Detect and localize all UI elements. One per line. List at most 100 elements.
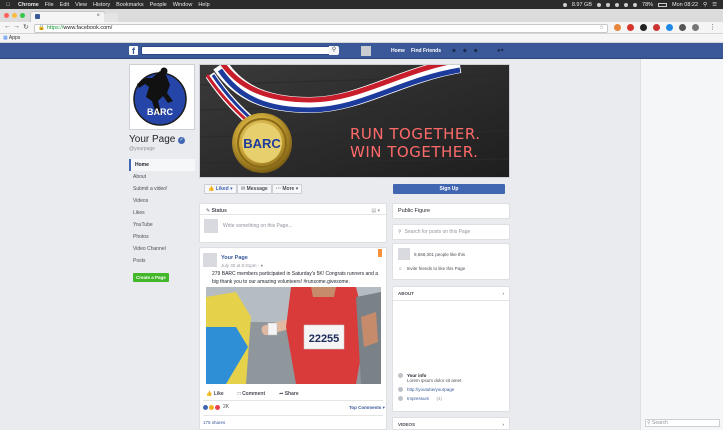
menu-window[interactable]: Window — [173, 2, 193, 8]
menu-file[interactable]: File — [45, 2, 54, 8]
share-button[interactable]: ➦ Share — [279, 391, 299, 397]
comment-button[interactable]: □ Comment — [238, 391, 265, 397]
page-post-search-input[interactable]: ⚲ Search for posts on this Page — [393, 225, 509, 239]
status-header[interactable]: ✎ Status ▤ ▾ — [200, 204, 386, 215]
facebook-search-input[interactable] — [141, 46, 339, 55]
browser-tab[interactable]: × — [30, 11, 105, 22]
extension-dark-icon[interactable] — [640, 24, 647, 31]
message-button[interactable]: ✉ Message — [237, 184, 272, 194]
search-icon[interactable]: ⚲ — [703, 2, 707, 8]
extension-red-icon[interactable] — [653, 24, 660, 31]
left-nav-submit-video[interactable]: Submit a video! — [129, 183, 195, 195]
new-tab-button[interactable] — [104, 13, 118, 22]
menu-view[interactable]: View — [75, 2, 87, 8]
search-icon: ⚲ — [647, 420, 651, 426]
friend-requests-icon[interactable]: ⚫ — [451, 47, 457, 55]
composer-options-icon[interactable]: ▤ ▾ — [371, 208, 380, 214]
status-input[interactable]: Write something on this Page... — [200, 215, 386, 237]
settings-icon[interactable] — [606, 2, 611, 7]
create-page-button[interactable]: Create a Page — [133, 273, 169, 282]
zoom-window-icon[interactable] — [20, 13, 25, 18]
impressum-text: Impressum — [407, 396, 430, 401]
address-bar[interactable]: 🔒 https://www.facebook.com/ ☆ — [34, 23, 608, 33]
clock[interactable]: Mon 08:22 — [672, 2, 698, 8]
status-composer: ✎ Status ▤ ▾ Write something on this Pag… — [199, 203, 387, 243]
about-impressum[interactable]: Impressum (4) — [393, 394, 509, 403]
extension-share-icon[interactable] — [692, 24, 699, 31]
menu-help[interactable]: Help — [198, 2, 209, 8]
bookmark-star-icon[interactable]: ☆ — [599, 25, 604, 32]
about-header[interactable]: ABOUT › — [393, 287, 509, 301]
top-comments-label: Top Comments — [349, 405, 382, 410]
post-photo[interactable]: 22255 — [206, 287, 381, 384]
menu-edit[interactable]: Edit — [60, 2, 69, 8]
status-icon[interactable] — [562, 2, 567, 7]
forward-icon[interactable]: → — [13, 23, 20, 30]
videos-header[interactable]: VIDEOS › — [393, 418, 509, 430]
lock-dropdown-icon[interactable]: ●▾ — [497, 47, 504, 54]
post-avatar[interactable] — [203, 253, 217, 267]
nav-find-friends[interactable]: Find Friends — [411, 48, 441, 54]
likes-row[interactable]: 9,658,301 people like this — [393, 244, 509, 262]
post-bookmark-icon[interactable] — [378, 249, 382, 257]
dropbox-icon[interactable] — [615, 2, 620, 7]
shares-count[interactable]: 175 shares — [203, 420, 225, 425]
post-author[interactable]: Your Page — [221, 255, 248, 261]
avatar[interactable] — [361, 46, 371, 56]
back-icon[interactable]: ← — [4, 23, 11, 30]
invite-friends[interactable]: ☺ Invite friends to like this Page — [393, 262, 509, 273]
sign-up-button[interactable]: Sign Up — [393, 184, 505, 194]
share-icon: ➦ — [279, 391, 284, 397]
extension-blue-icon[interactable] — [666, 24, 673, 31]
chat-search-input[interactable]: ⚲ Search — [645, 419, 720, 427]
menu-people[interactable]: People — [150, 2, 167, 8]
liked-button[interactable]: 👍 Liked ▾ — [204, 184, 237, 194]
menu-app[interactable]: Chrome — [18, 2, 39, 8]
volume-icon[interactable] — [633, 2, 638, 7]
close-window-icon[interactable] — [4, 13, 9, 18]
opera-icon[interactable] — [627, 24, 634, 31]
like-button[interactable]: 👍 Like — [206, 391, 224, 397]
menu-history[interactable]: History — [93, 2, 110, 8]
left-nav-likes[interactable]: Likes — [129, 207, 195, 219]
nav-home[interactable]: Home — [391, 48, 405, 54]
extension-icon[interactable] — [614, 24, 621, 31]
bookmark-apps[interactable]: Apps — [9, 35, 20, 41]
menu-bookmarks[interactable]: Bookmarks — [116, 2, 144, 8]
close-tab-icon[interactable]: × — [96, 13, 100, 19]
post-date[interactable]: July 30 at 6:31pm · ● — [221, 263, 263, 268]
battery-icon[interactable] — [658, 2, 668, 7]
globe-icon[interactable]: ⚫ — [473, 47, 479, 55]
page-category[interactable]: Public Figure — [393, 204, 509, 218]
left-nav-youtube[interactable]: YouTube — [129, 219, 195, 231]
messages-icon[interactable]: ⚫ — [462, 47, 468, 55]
left-nav-home[interactable]: Home — [129, 159, 195, 171]
facebook-favicon-icon — [35, 14, 40, 19]
comment-label: Comment — [242, 391, 266, 397]
notification-icons: ⚫ ⚫ ⚫ — [451, 47, 479, 55]
left-nav-videos[interactable]: Videos — [129, 195, 195, 207]
more-button[interactable]: ··· More ▾ — [272, 184, 303, 194]
reaction-summary[interactable]: 2K — [203, 404, 229, 410]
top-comments-dropdown[interactable]: Top Comments ▾ — [349, 405, 385, 411]
minimize-window-icon[interactable] — [12, 13, 17, 18]
left-nav-video-channel[interactable]: Video Channel — [129, 243, 195, 255]
page-handle[interactable]: @yourpage — [129, 146, 155, 152]
left-nav-posts[interactable]: Posts — [129, 255, 195, 267]
page-title[interactable]: Your Page ✓ — [129, 134, 186, 145]
upload-icon[interactable] — [597, 2, 602, 7]
apple-icon[interactable]:  — [6, 2, 12, 8]
facebook-search-icon[interactable]: ⚲ — [329, 46, 339, 55]
list-icon[interactable]: ☰ — [712, 2, 717, 8]
left-nav-about[interactable]: About — [129, 171, 195, 183]
apps-grid-icon[interactable]: ▦ — [3, 35, 8, 41]
wifi-icon[interactable] — [624, 2, 629, 7]
about-link-text: http://youtube/yourpage — [407, 387, 455, 392]
extension-grey-icon[interactable] — [679, 24, 686, 31]
profile-picture[interactable]: BARC — [129, 64, 195, 130]
facebook-logo-icon[interactable]: f — [129, 46, 138, 56]
left-nav-photos[interactable]: Photos — [129, 231, 195, 243]
chrome-menu-icon[interactable]: ⋮ — [709, 23, 716, 31]
reload-icon[interactable]: ↻ — [23, 23, 29, 31]
about-link[interactable]: http://youtube/yourpage — [393, 385, 509, 394]
